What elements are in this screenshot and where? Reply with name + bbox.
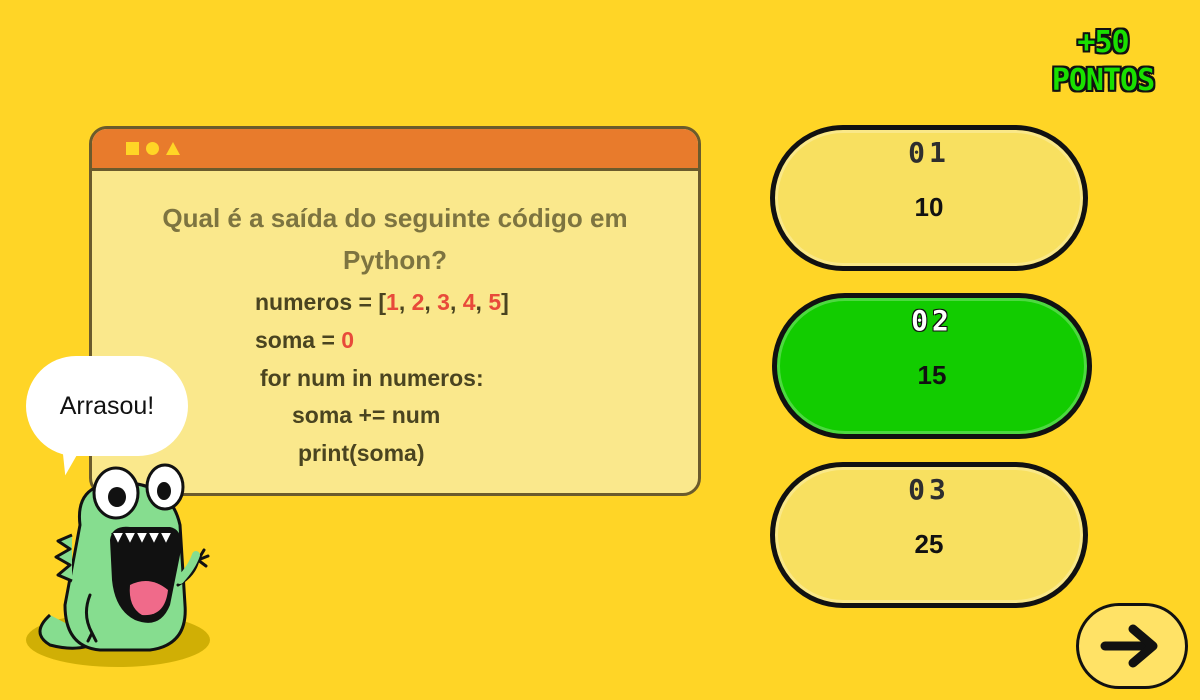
speech-text: Arrasou! <box>59 391 155 420</box>
circle-icon <box>146 142 159 155</box>
answer-index: 02 <box>911 304 953 337</box>
quiz-screen: +50 PONTOS Qual é a saída do seguinte có… <box>0 0 1200 700</box>
window-title-bar <box>92 129 698 171</box>
code-line-1: numeros = [1, 2, 3, 4, 5] <box>255 289 509 315</box>
answer-option-2[interactable]: 02 15 <box>772 293 1092 439</box>
arrow-right-icon <box>1100 624 1158 668</box>
answer-index: 03 <box>908 473 950 506</box>
triangle-icon <box>166 142 180 155</box>
code-line-5: print(soma) <box>298 440 425 466</box>
code-line-4: soma += num <box>292 402 441 428</box>
answer-index: 01 <box>908 136 950 169</box>
square-icon <box>126 142 139 155</box>
code-line-3: for num in numeros: <box>260 365 484 391</box>
points-badge: +50 PONTOS <box>1012 28 1194 96</box>
answer-value: 10 <box>914 192 944 222</box>
answer-option-3[interactable]: 03 25 <box>770 462 1088 608</box>
question-window: Qual é a saída do seguinte código em Pyt… <box>89 126 701 496</box>
question-text: Qual é a saída do seguinte código em Pyt… <box>162 203 628 275</box>
points-amount: +50 <box>1077 25 1129 60</box>
speech-bubble: Arrasou! <box>26 356 188 456</box>
dino-mascot-illustration <box>26 463 210 667</box>
answer-value: 15 <box>917 360 947 390</box>
dino-mascot <box>20 455 220 679</box>
next-button[interactable] <box>1076 603 1188 689</box>
answer-option-1[interactable]: 01 10 <box>770 125 1088 271</box>
code-line-2: soma = 0 <box>255 327 355 353</box>
points-label: PONTOS <box>1051 63 1155 98</box>
answer-value: 25 <box>914 529 944 559</box>
